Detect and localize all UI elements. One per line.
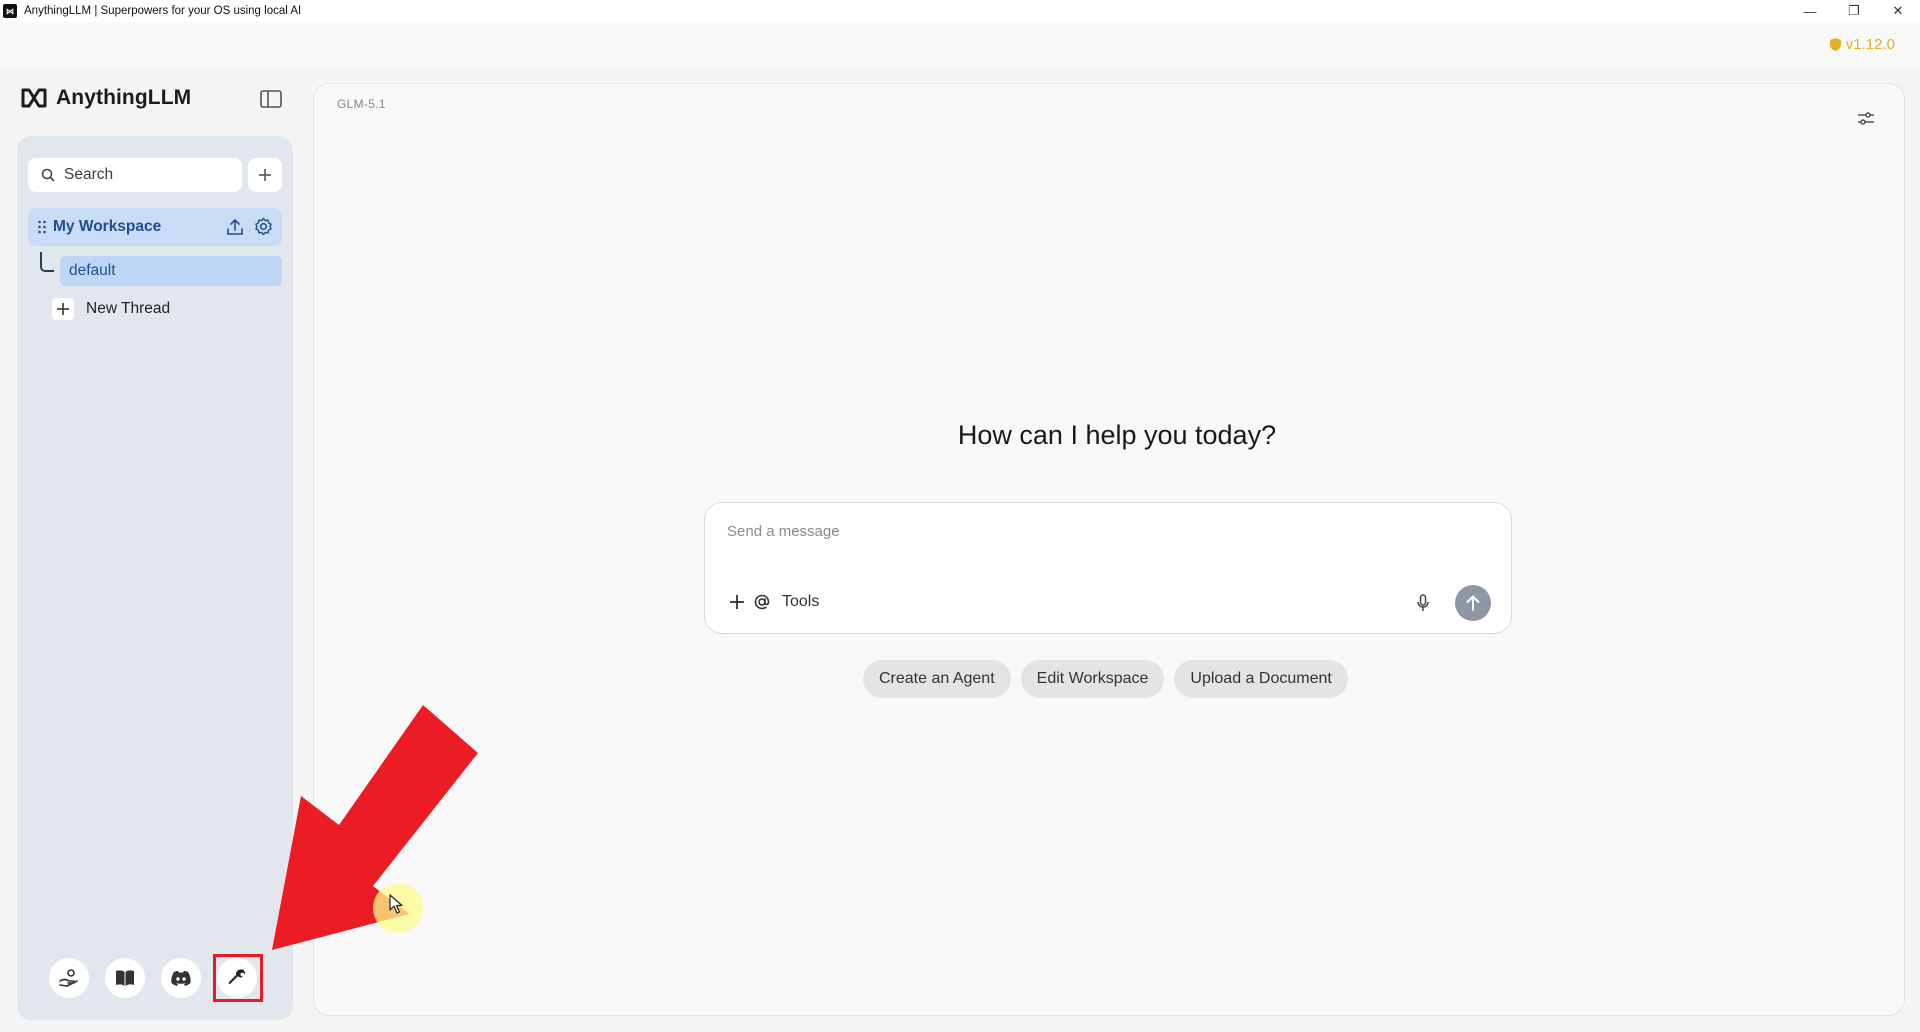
app-logo-icon: ⋈ [3,4,17,18]
drag-handle-icon[interactable] [37,220,47,234]
attach-plus-icon[interactable] [729,594,745,610]
at-mention-icon[interactable] [754,594,770,610]
top-strip [0,22,1920,67]
sliders-icon[interactable] [1855,108,1877,130]
new-thread-button[interactable]: New Thread [52,298,170,320]
upload-document-chip[interactable]: Upload a Document [1174,660,1348,698]
version-badge[interactable]: v1.12.0 [1829,36,1895,53]
shield-icon [1829,38,1841,51]
create-agent-chip[interactable]: Create an Agent [863,660,1011,698]
window-title: AnythingLLM | Superpowers for your OS us… [24,5,302,17]
suggestion-chips: Create an Agent Edit Workspace Upload a … [863,660,1348,698]
edit-workspace-chip[interactable]: Edit Workspace [1020,660,1165,698]
brand-name: AnythingLLM [56,86,192,109]
search-icon [41,168,55,182]
new-thread-label: New Thread [86,300,171,317]
gear-icon[interactable] [253,216,274,237]
message-composer: Tools [704,502,1512,634]
close-button[interactable]: ✕ [1876,0,1920,22]
thread-connector [40,252,54,272]
plus-icon [259,169,271,181]
message-input[interactable] [727,523,1467,553]
send-button[interactable] [1455,585,1491,621]
annotation-arrow [272,705,478,950]
new-workspace-button[interactable] [248,158,282,192]
infinity-logo-icon [21,88,47,108]
search-input[interactable] [64,166,224,184]
settings-highlight-box [213,954,263,1002]
main-chat-panel: GLM-5.1 How can I help you today? Tools … [313,83,1905,1016]
restore-button[interactable]: ❐ [1832,0,1876,22]
tools-button[interactable]: Tools [782,593,819,611]
sidebar-toggle-icon[interactable] [258,88,284,110]
workspace-name: My Workspace [53,218,162,235]
thread-item[interactable]: default [60,256,282,286]
upload-icon[interactable] [224,216,245,237]
discord-icon[interactable] [161,958,201,998]
greeting-heading: How can I help you today? [957,420,1277,450]
window-controls: — ❐ ✕ [1788,0,1920,22]
sidebar: My Workspace default New Thread [17,136,293,1020]
workspace-item[interactable]: My Workspace [28,208,282,246]
minimize-button[interactable]: — [1788,0,1832,22]
search-box[interactable] [28,158,242,192]
composer-tools: Tools [729,593,819,611]
microphone-icon[interactable] [1411,591,1435,615]
plus-icon [52,298,74,320]
docs-book-icon[interactable] [105,958,145,998]
window-titlebar: ⋈ AnythingLLM | Superpowers for your OS … [0,0,1920,22]
thread-name: default [69,262,116,279]
greeting-container: How can I help you today? [314,420,1896,451]
send-arrow-icon [1466,595,1480,611]
mouse-cursor-icon [389,894,403,914]
model-label: GLM-5.1 [337,97,386,111]
workspace-actions [224,216,274,237]
brand: AnythingLLM [20,86,191,110]
community-hub-icon[interactable] [49,958,89,998]
version-label: v1.12.0 [1845,36,1895,53]
